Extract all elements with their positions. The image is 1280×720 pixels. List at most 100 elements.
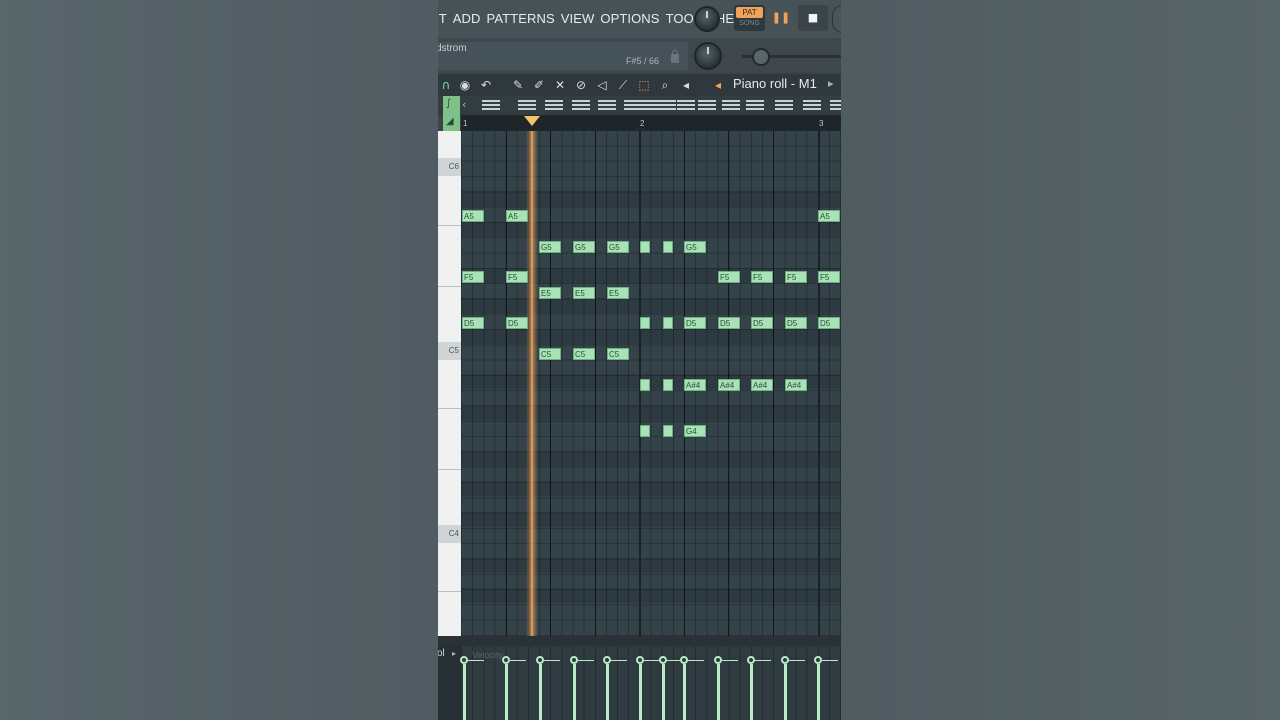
menu-view[interactable]: VIEW bbox=[561, 11, 595, 26]
playback-icon[interactable]: ◂ bbox=[678, 77, 694, 93]
note[interactable]: G5 bbox=[573, 241, 595, 253]
magnet-icon[interactable]: ∩ bbox=[438, 77, 454, 93]
velocity-handle[interactable] bbox=[603, 656, 611, 664]
velocity-bar[interactable] bbox=[750, 664, 753, 720]
note[interactable]: D5 bbox=[818, 317, 840, 329]
scroll-left-icon[interactable]: ‹ bbox=[462, 98, 466, 111]
note[interactable]: D5 bbox=[718, 317, 740, 329]
panel-divider[interactable] bbox=[438, 636, 841, 646]
velocity-handle[interactable] bbox=[536, 656, 544, 664]
note[interactable] bbox=[663, 379, 673, 391]
velocity-bar[interactable] bbox=[606, 664, 609, 720]
mute-tool-icon[interactable]: ⊘ bbox=[573, 77, 589, 93]
paint-brush-icon[interactable]: ✐ bbox=[531, 77, 547, 93]
menu-options[interactable]: OPTIONS bbox=[600, 11, 659, 26]
note[interactable]: D5 bbox=[684, 317, 706, 329]
velocity-handle[interactable] bbox=[747, 656, 755, 664]
note[interactable] bbox=[640, 241, 650, 253]
menu-edit[interactable]: IT bbox=[438, 11, 447, 26]
velocity-bar[interactable] bbox=[662, 664, 665, 720]
note[interactable]: C5 bbox=[607, 348, 629, 360]
velocity-handle[interactable] bbox=[659, 656, 667, 664]
note[interactable] bbox=[640, 425, 650, 437]
stop-button[interactable]: ■ bbox=[798, 5, 828, 31]
velocity-bar[interactable] bbox=[683, 664, 686, 720]
piano-roll-title[interactable]: Piano roll - M1 bbox=[733, 76, 817, 91]
note-grid[interactable]: A5 A5 A5 G5 G5 G5 G5 F5 F5 F5 F5 F5 F5 E5 E5 E5 D5 D5 D5 D5… bbox=[461, 131, 841, 636]
note[interactable]: A#4 bbox=[751, 379, 773, 391]
velocity-handle[interactable] bbox=[680, 656, 688, 664]
note[interactable]: E5 bbox=[573, 287, 595, 299]
velocity-bar[interactable] bbox=[717, 664, 720, 720]
velocity-handle[interactable] bbox=[714, 656, 722, 664]
zoom-icon[interactable]: ⌕ bbox=[657, 77, 673, 93]
pencil-icon[interactable]: ✎ bbox=[510, 77, 526, 93]
slip-icon[interactable]: ◁ bbox=[594, 77, 610, 93]
note[interactable]: A#4 bbox=[718, 379, 740, 391]
note[interactable] bbox=[640, 379, 650, 391]
note[interactable] bbox=[663, 425, 673, 437]
undo-icon[interactable]: ↶ bbox=[478, 77, 494, 93]
note[interactable]: E5 bbox=[539, 287, 561, 299]
note[interactable]: A5 bbox=[506, 210, 528, 222]
velocity-bar[interactable] bbox=[784, 664, 787, 720]
note[interactable]: D5 bbox=[506, 317, 528, 329]
speaker-icon[interactable]: ◂ bbox=[710, 77, 726, 93]
velocity-bar[interactable] bbox=[573, 664, 576, 720]
chevron-right-icon[interactable]: ▸ bbox=[452, 649, 456, 658]
lock-icon[interactable] bbox=[671, 50, 679, 63]
note[interactable]: D5 bbox=[785, 317, 807, 329]
slice-icon[interactable]: ⟋ bbox=[615, 77, 631, 93]
select-icon[interactable]: ⬚ bbox=[636, 77, 652, 93]
chevron-right-icon[interactable]: ▸ bbox=[828, 77, 834, 90]
master-pitch-knob[interactable] bbox=[694, 42, 722, 70]
velocity-handle[interactable] bbox=[460, 656, 468, 664]
note[interactable]: F5 bbox=[462, 271, 484, 283]
note[interactable]: C5 bbox=[539, 348, 561, 360]
menu-icon[interactable]: ◉ bbox=[457, 77, 473, 93]
delete-icon[interactable]: ✕ bbox=[552, 77, 568, 93]
note[interactable]: A5 bbox=[818, 210, 840, 222]
note[interactable]: D5 bbox=[462, 317, 484, 329]
master-volume-knob[interactable] bbox=[694, 6, 720, 32]
note[interactable]: A#4 bbox=[684, 379, 706, 391]
timeline-ruler[interactable] bbox=[461, 115, 841, 131]
note[interactable]: F5 bbox=[751, 271, 773, 283]
note[interactable]: G5 bbox=[539, 241, 561, 253]
playhead-marker[interactable] bbox=[524, 116, 540, 126]
velocity-handle[interactable] bbox=[570, 656, 578, 664]
note[interactable]: F5 bbox=[506, 271, 528, 283]
velocity-handle[interactable] bbox=[814, 656, 822, 664]
note[interactable]: E5 bbox=[607, 287, 629, 299]
note[interactable]: G5 bbox=[684, 241, 706, 253]
velocity-bar[interactable] bbox=[817, 664, 820, 720]
note[interactable]: F5 bbox=[818, 271, 840, 283]
velocity-handle[interactable] bbox=[636, 656, 644, 664]
note[interactable]: A5 bbox=[462, 210, 484, 222]
note[interactable] bbox=[663, 241, 673, 253]
note[interactable]: F5 bbox=[785, 271, 807, 283]
velocity-handle[interactable] bbox=[502, 656, 510, 664]
velocity-bar[interactable] bbox=[505, 664, 508, 720]
note[interactable]: G4 bbox=[684, 425, 706, 437]
note[interactable]: G5 bbox=[607, 241, 629, 253]
note[interactable]: C5 bbox=[573, 348, 595, 360]
tempo-slider-thumb[interactable] bbox=[752, 48, 770, 66]
menu-add[interactable]: ADD bbox=[453, 11, 481, 26]
velocity-bar[interactable] bbox=[463, 664, 466, 720]
note[interactable] bbox=[663, 317, 673, 329]
record-button[interactable] bbox=[832, 5, 841, 33]
note[interactable]: D5 bbox=[751, 317, 773, 329]
menu-patterns[interactable]: PATTERNS bbox=[487, 11, 555, 26]
note[interactable] bbox=[640, 317, 650, 329]
velocity-handle[interactable] bbox=[781, 656, 789, 664]
pat-song-toggle[interactable]: PAT SONG bbox=[734, 5, 765, 31]
velocity-bar[interactable] bbox=[539, 664, 542, 720]
pause-button[interactable]: ❚❚ bbox=[766, 5, 796, 31]
note[interactable]: F5 bbox=[718, 271, 740, 283]
note[interactable]: A#4 bbox=[785, 379, 807, 391]
tool-corner[interactable]: ∫ ◢ bbox=[443, 96, 460, 131]
piano-keyboard[interactable]: C6 C5 C4 bbox=[438, 131, 461, 636]
velocity-bar[interactable] bbox=[639, 664, 642, 720]
control-label[interactable]: ol bbox=[438, 648, 445, 659]
